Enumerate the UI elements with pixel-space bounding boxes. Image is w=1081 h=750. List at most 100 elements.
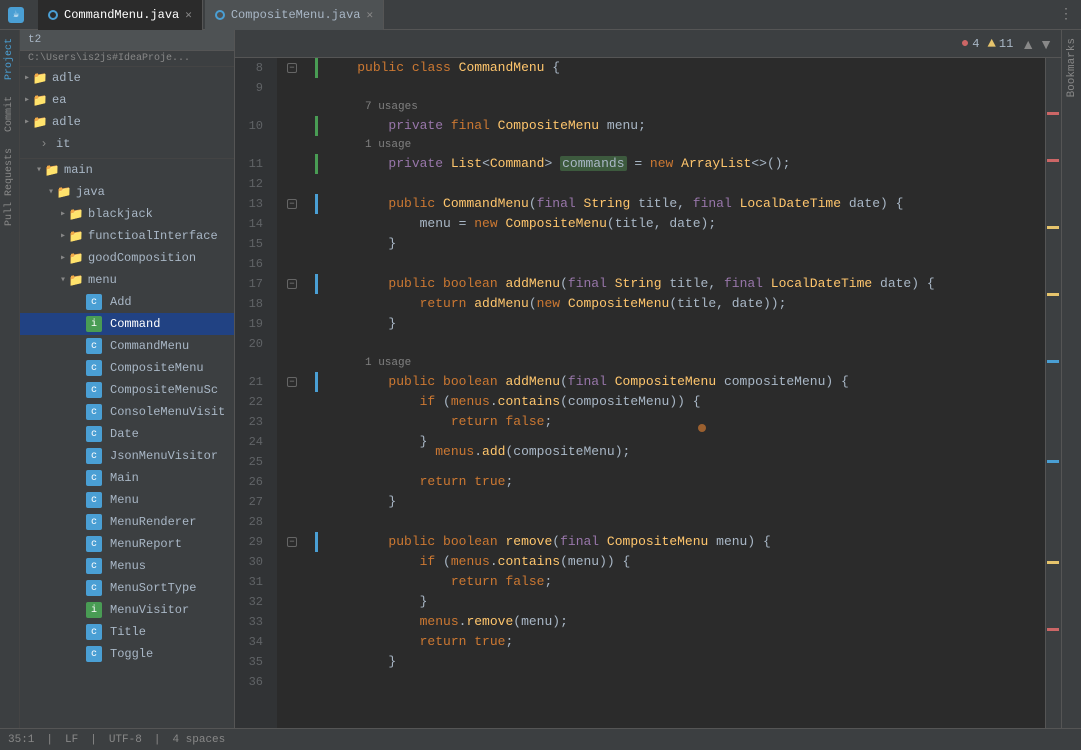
- class-icon-title: c: [86, 624, 102, 640]
- linenum-27: 27: [235, 492, 269, 512]
- tree-label-menuclass: Menu: [110, 493, 139, 507]
- code-line-14: menu = new CompositeMenu(title, date);: [315, 214, 1045, 234]
- gutter-36: [277, 672, 307, 692]
- tree-item-menuvisitor[interactable]: i MenuVisitor: [20, 599, 234, 621]
- code-editor[interactable]: 8 9 10 11 12 13 14 15 16 17 18 19 20 21 …: [235, 58, 1061, 728]
- code-text-14: menu = new CompositeMenu(title, date);: [318, 214, 716, 234]
- code-text-33: menus.remove(menu);: [318, 612, 568, 632]
- code-line-9: [315, 78, 1045, 98]
- tree-item-adle1[interactable]: 📁 adle: [20, 67, 234, 89]
- tab-commandmenu[interactable]: CommandMenu.java ✕: [38, 0, 203, 30]
- tree-item-date[interactable]: c Date: [20, 423, 234, 445]
- sidebar-item-project[interactable]: Project: [2, 30, 17, 88]
- tree-item-menurenderer[interactable]: c MenuRenderer: [20, 511, 234, 533]
- fold-btn-29[interactable]: −: [287, 537, 297, 547]
- tree-item-compositemenu[interactable]: c CompositeMenu: [20, 357, 234, 379]
- class-icon-add: c: [86, 294, 102, 310]
- gutter-14: [277, 214, 307, 234]
- code-text-13: public CommandMenu(final String title, f…: [318, 194, 903, 214]
- gutter-usage1: [277, 98, 307, 116]
- tab-close-compositemenu[interactable]: ✕: [366, 8, 373, 22]
- nav-up-button[interactable]: ▲: [1021, 36, 1035, 52]
- gutter-24: [277, 432, 307, 452]
- chevron-adle2: [24, 116, 30, 128]
- folder-icon-adle1: 📁: [32, 70, 48, 86]
- folder-icon-main: 📁: [44, 162, 60, 178]
- code-text-19: }: [318, 314, 396, 334]
- fold-btn-8[interactable]: −: [287, 63, 297, 73]
- tree-item-menureport[interactable]: c MenuReport: [20, 533, 234, 555]
- linenum-16: 16: [235, 254, 269, 274]
- tree-item-java[interactable]: 📁 java: [20, 181, 234, 203]
- gutter-usage2: [277, 136, 307, 154]
- tree-item-menus[interactable]: c Menus: [20, 555, 234, 577]
- stripe-36: [315, 672, 318, 692]
- class-icon-date: c: [86, 426, 102, 442]
- tree-item-toggle[interactable]: c Toggle: [20, 643, 234, 665]
- tree-label-menurenderer: MenuRenderer: [110, 515, 196, 529]
- usage-hint-7: 7 usages: [315, 98, 1045, 116]
- tree-item-menuclass[interactable]: c Menu: [20, 489, 234, 511]
- linenum-18: 18: [235, 294, 269, 314]
- code-line-36: [315, 672, 1045, 692]
- linenum-12: 12: [235, 174, 269, 194]
- tree-item-adle2[interactable]: 📁 adle: [20, 111, 234, 133]
- right-scrollbar[interactable]: [1045, 58, 1061, 728]
- tab-compositemenu[interactable]: CompositeMenu.java ✕: [205, 0, 384, 30]
- tree-item-commandmenu[interactable]: c CommandMenu: [20, 335, 234, 357]
- warn-count: 11: [999, 37, 1013, 51]
- error-badge: ● 4: [961, 36, 980, 52]
- code-line-15: }: [315, 234, 1045, 254]
- tree-label-adle1: adle: [52, 71, 81, 85]
- tree-item-title[interactable]: c Title: [20, 621, 234, 643]
- tree-item-ea[interactable]: 📁 ea: [20, 89, 234, 111]
- gutter-27: [277, 492, 307, 512]
- far-left-panel: Project Commit Pull Requests: [0, 30, 20, 728]
- linenum-36: 36: [235, 672, 269, 692]
- sidebar-item-commit[interactable]: Commit: [2, 88, 17, 140]
- gutter-28: [277, 512, 307, 532]
- tab-close-commandmenu[interactable]: ✕: [185, 8, 192, 22]
- tree-item-main[interactable]: 📁 main: [20, 159, 234, 181]
- code-content[interactable]: public class CommandMenu { 7 usages priv…: [307, 58, 1045, 728]
- more-options-icon[interactable]: ⋮: [1059, 6, 1073, 23]
- tree-label-menu: menu: [88, 273, 117, 287]
- tree-item-functioal[interactable]: 📁 functioalInterface: [20, 225, 234, 247]
- nav-down-button[interactable]: ▼: [1039, 36, 1053, 52]
- sidebar-item-pull-requests[interactable]: Pull Requests: [2, 140, 17, 234]
- code-line-27: }: [315, 492, 1045, 512]
- vtab-bookmarks[interactable]: Bookmarks: [1064, 34, 1080, 101]
- linenum-usage3: [235, 354, 269, 372]
- tree-item-mainclass[interactable]: c Main: [20, 467, 234, 489]
- tree-item-compositemenusc[interactable]: c CompositeMenuSc: [20, 379, 234, 401]
- linenum-19: 19: [235, 314, 269, 334]
- fold-btn-17[interactable]: −: [287, 279, 297, 289]
- scrollbar-track[interactable]: [1046, 58, 1061, 728]
- tree-label-compositemenu: CompositeMenu: [110, 361, 204, 375]
- tree-item-add[interactable]: c Add: [20, 291, 234, 313]
- code-line-21: public boolean addMenu(final CompositeMe…: [315, 372, 1045, 392]
- code-line-26: return true;: [315, 472, 1045, 492]
- tree-item-command[interactable]: i Command: [20, 313, 234, 335]
- tree-label-it: it: [56, 137, 70, 151]
- gutter-12: [277, 174, 307, 194]
- tree-item-it[interactable]: › it: [20, 133, 234, 155]
- tree-item-consolemenuvisit[interactable]: c ConsoleMenuVisit: [20, 401, 234, 423]
- tree-item-jsonmenuvisitor[interactable]: c JsonMenuVisitor: [20, 445, 234, 467]
- project-path: C:\Users\is2js#IdeaProje...: [20, 51, 234, 67]
- fold-btn-13[interactable]: −: [287, 199, 297, 209]
- tree-item-blackjack[interactable]: 📁 blackjack: [20, 203, 234, 225]
- linenum-25: 25: [235, 452, 269, 472]
- tree-item-menusorttype[interactable]: c MenuSortType: [20, 577, 234, 599]
- gutter: − − −: [277, 58, 307, 728]
- status-encoding: UTF-8: [109, 734, 142, 746]
- code-text-11: private List<Command> commands = new Arr…: [318, 154, 790, 174]
- fold-btn-21[interactable]: −: [287, 377, 297, 387]
- linenum-22: 22: [235, 392, 269, 412]
- tree-item-goodcomp[interactable]: 📁 goodComposition: [20, 247, 234, 269]
- tree-item-menu[interactable]: 📁 menu: [20, 269, 234, 291]
- code-text-10: private final CompositeMenu menu;: [318, 116, 646, 136]
- status-separator2: |: [90, 734, 97, 746]
- file-tree: 📁 adle 📁 ea 📁 adle › it: [20, 67, 234, 728]
- linenum-29: 29: [235, 532, 269, 552]
